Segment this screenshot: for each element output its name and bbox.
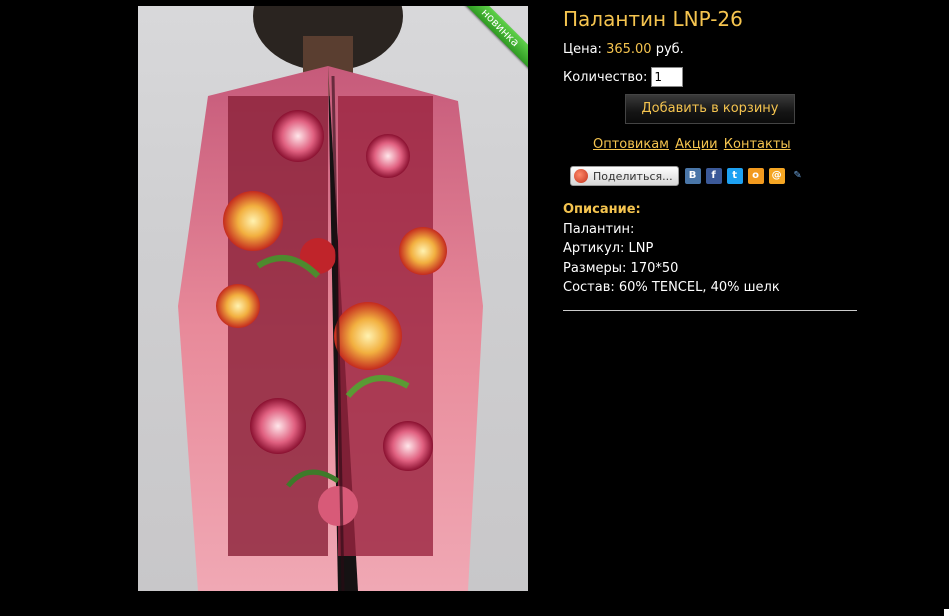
price-value: 365.00 [606,42,652,57]
scarf-photo [178,6,483,591]
info-links: Оптовикам Акции Контакты [593,137,793,152]
price-row: Цена: 365.00 руб. [563,42,684,57]
product-title: Палантин LNP-26 [563,7,743,31]
description-heading: Описание: [563,202,641,217]
wholesale-link[interactable]: Оптовикам [593,137,669,152]
share-button-label: Поделиться... [593,169,673,183]
livejournal-icon[interactable]: ✎ [790,168,806,184]
product-page: новинка Палантин LNP-26 Цена: 365.00 руб… [0,0,949,616]
add-to-cart-button[interactable]: Добавить в корзину [625,94,795,124]
product-image[interactable]: новинка [138,6,528,591]
promotions-link[interactable]: Акции [675,137,718,152]
mail-ru-icon[interactable]: @ [768,168,785,184]
facebook-icon[interactable]: f [705,168,722,184]
share-row: Поделиться... B f t о @ ✎ [570,166,811,186]
quantity-input[interactable] [651,67,684,87]
description-size: Размеры: 170*50 [563,260,679,276]
price-label: Цена: [563,42,602,57]
share-button[interactable]: Поделиться... [570,166,679,186]
twitter-icon[interactable]: t [726,168,743,184]
contacts-link[interactable]: Контакты [724,137,791,152]
description-composition: Состав: 60% TENCEL, 40% шелк [563,280,780,295]
odnoklassniki-icon[interactable]: о [747,168,764,184]
description-article: Артикул: LNP [563,241,654,256]
description-line: Палантин: [563,221,635,237]
price-currency: руб. [655,42,684,57]
divider [563,310,857,311]
product-description: Описание: Палантин: Артикул: LNP Размеры… [563,200,780,298]
new-badge-label: новинка [458,6,528,70]
new-badge: новинка [458,6,528,76]
bottom-edge-shadow [0,609,944,616]
quantity-label: Количество: [563,69,648,85]
quantity-row: Количество: [563,67,684,87]
speaker-icon [574,169,588,183]
vkontakte-icon[interactable]: B [684,168,701,184]
